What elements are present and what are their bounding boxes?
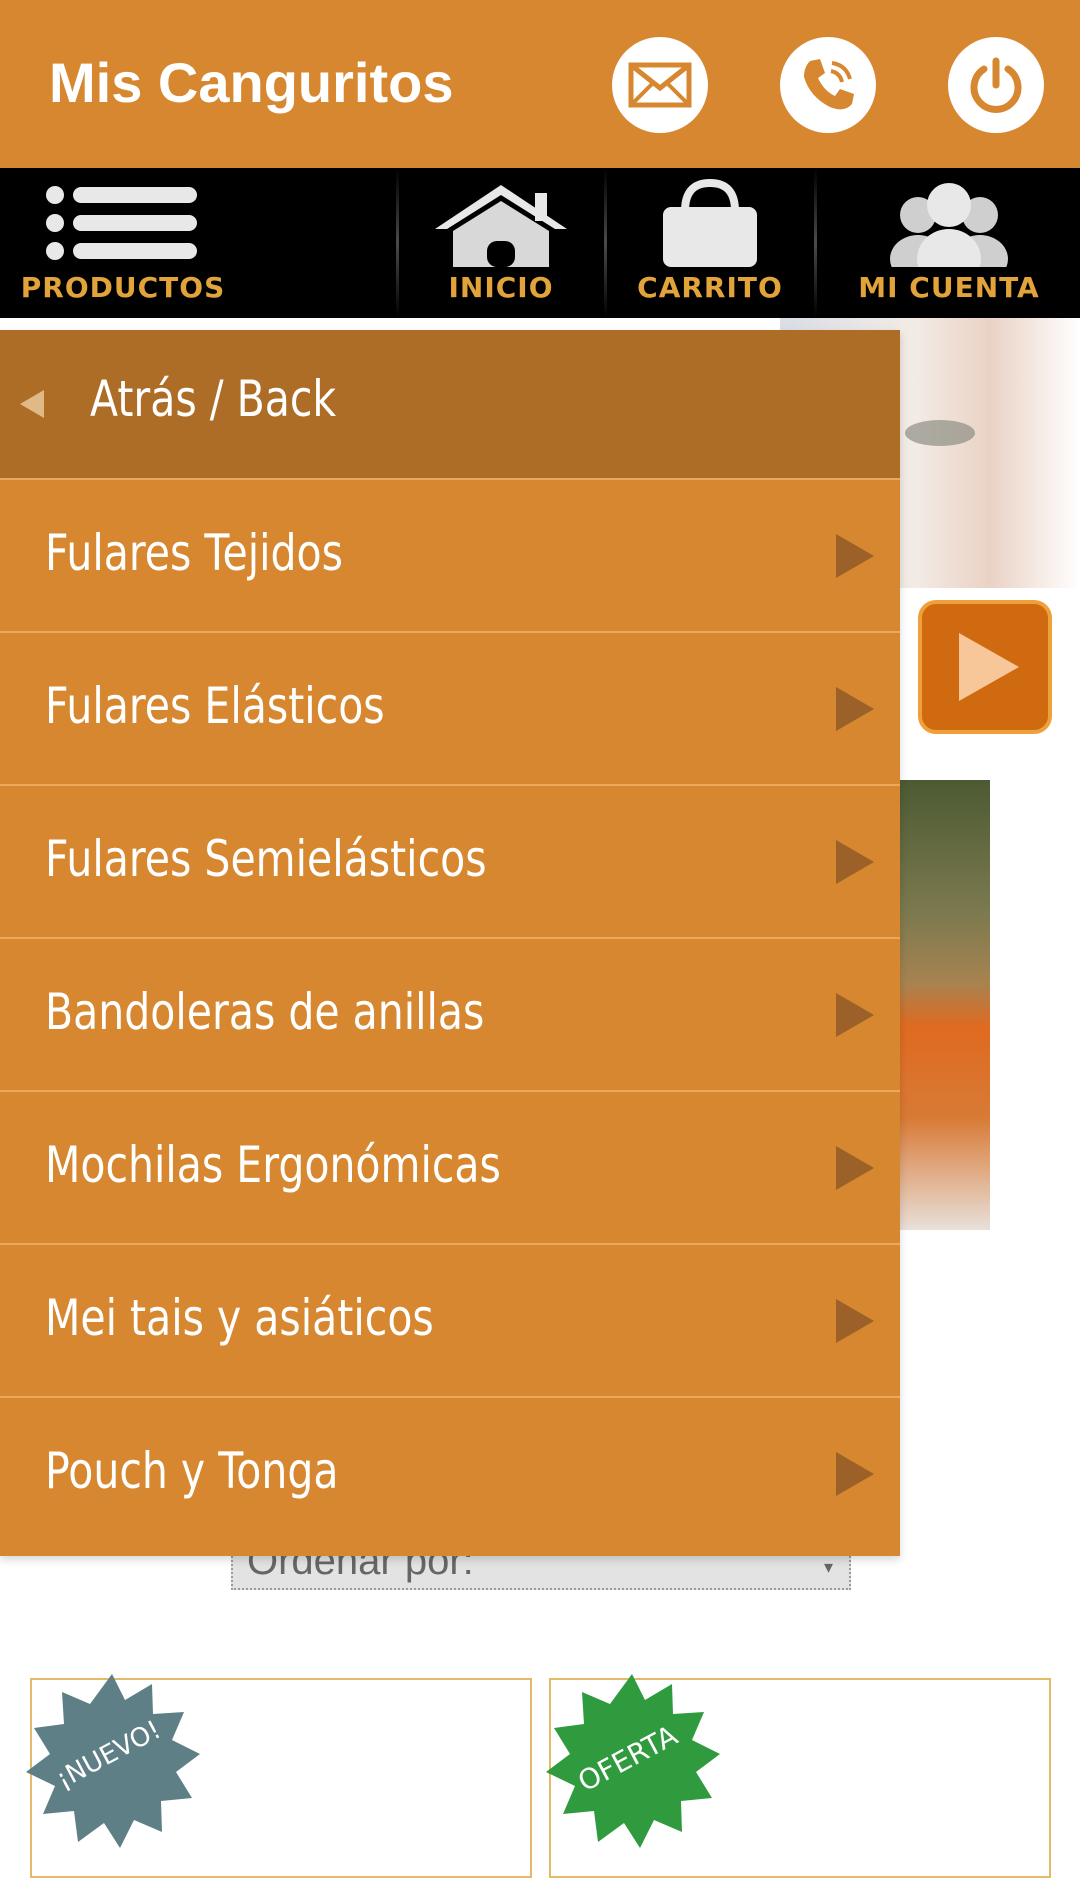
menu-item-label: Fulares Tejidos: [45, 524, 343, 582]
chevron-right-icon: [836, 1299, 874, 1343]
menu-item-fulares-semielasticos[interactable]: Fulares Semielásticos: [0, 786, 900, 939]
power-button[interactable]: [948, 37, 1044, 133]
list-icon: [46, 186, 197, 260]
menu-item-label: Fulares Elásticos: [45, 677, 385, 735]
nav-divider: [604, 168, 607, 318]
nav-divider: [814, 168, 817, 318]
menu-back-button[interactable]: Atrás / Back: [0, 330, 900, 480]
chevron-right-icon: [836, 687, 874, 731]
nav-carrito[interactable]: CARRITO: [608, 168, 812, 318]
category-menu: Atrás / Back Fulares Tejidos Fulares Elá…: [0, 330, 900, 1556]
envelope-icon: [628, 62, 692, 108]
app-title: Mis Canguritos: [49, 51, 454, 114]
chevron-right-icon: [836, 840, 874, 884]
nav-label: INICIO: [448, 271, 554, 304]
users-icon: [890, 183, 1008, 267]
play-icon: [959, 633, 1019, 701]
nav-divider: [396, 168, 399, 318]
nav-productos[interactable]: PRODUCTOS: [0, 168, 246, 318]
menu-item-bandoleras[interactable]: Bandoleras de anillas: [0, 939, 900, 1092]
phone-button[interactable]: [780, 37, 876, 133]
menu-item-fulares-elasticos[interactable]: Fulares Elásticos: [0, 633, 900, 786]
chevron-right-icon: [836, 1452, 874, 1496]
nav-inicio[interactable]: INICIO: [400, 168, 602, 318]
power-icon: [970, 57, 1022, 113]
menu-item-label: Bandoleras de anillas: [45, 983, 485, 1041]
menu-item-mei-tais[interactable]: Mei tais y asiáticos: [0, 1245, 900, 1398]
menu-item-label: Mei tais y asiáticos: [45, 1289, 434, 1347]
menu-item-fulares-tejidos[interactable]: Fulares Tejidos: [0, 480, 900, 633]
menu-item-pouch-tonga[interactable]: Pouch y Tonga: [0, 1398, 900, 1551]
nav-label: PRODUCTOS: [20, 271, 226, 304]
menu-item-label: Mochilas Ergonómicas: [45, 1136, 501, 1194]
nav-mi-cuenta[interactable]: MI CUENTA: [818, 168, 1080, 318]
menu-item-mochilas[interactable]: Mochilas Ergonómicas: [0, 1092, 900, 1245]
nav-label: MI CUENTA: [858, 271, 1040, 304]
menu-item-label: Pouch y Tonga: [45, 1442, 339, 1500]
app-header: Mis Canguritos: [0, 0, 1080, 168]
home-icon: [435, 185, 567, 267]
main-nav: PRODUCTOS INICIO CARRITO MI CUENTA: [0, 168, 1080, 318]
chevron-right-icon: [836, 1146, 874, 1190]
chevron-right-icon: [836, 534, 874, 578]
chevron-right-icon: [836, 993, 874, 1037]
slideshow-play-button[interactable]: [918, 600, 1052, 734]
phone-icon: [804, 59, 854, 110]
menu-item-label: Fulares Semielásticos: [45, 830, 487, 888]
bag-icon: [663, 178, 757, 267]
email-button[interactable]: [612, 37, 708, 133]
nav-label: CARRITO: [637, 271, 783, 304]
menu-back-label: Atrás / Back: [90, 370, 337, 428]
offer-badge: OFERTA: [542, 1670, 722, 1850]
hero-image-detail: [905, 420, 975, 446]
new-badge: ¡NUEVO!: [22, 1670, 202, 1850]
back-arrow-icon: [20, 390, 44, 418]
